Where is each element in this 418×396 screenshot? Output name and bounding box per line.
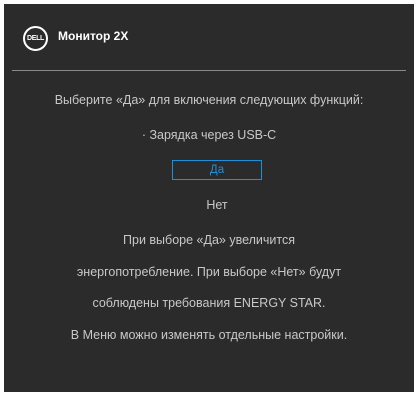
feature-usb-c-charging: · Зарядка через USB-C	[141, 128, 277, 142]
prompt-text: Выберите «Да» для включения следующих фу…	[54, 93, 364, 107]
info-line-2: энергопотребление. При выборе «Нет» буду…	[76, 265, 342, 279]
info-line-1: При выборе «Да» увеличится	[123, 233, 295, 247]
no-option-button[interactable]: Нет	[172, 195, 262, 215]
info-line-3: соблюдены требования ENERGY STAR.	[92, 296, 326, 310]
info-line-4: В Меню можно изменять отдельные настройк…	[70, 328, 348, 342]
monitor-title: Монитор 2X	[58, 29, 129, 43]
yes-option-button[interactable]: Да	[172, 160, 262, 180]
header-divider	[12, 70, 406, 71]
osd-header: DELL Монитор 2X	[4, 4, 414, 66]
dell-logo: DELL	[23, 26, 48, 51]
osd-dialog: DELL Монитор 2X Выберите «Да» для включе…	[4, 4, 414, 392]
